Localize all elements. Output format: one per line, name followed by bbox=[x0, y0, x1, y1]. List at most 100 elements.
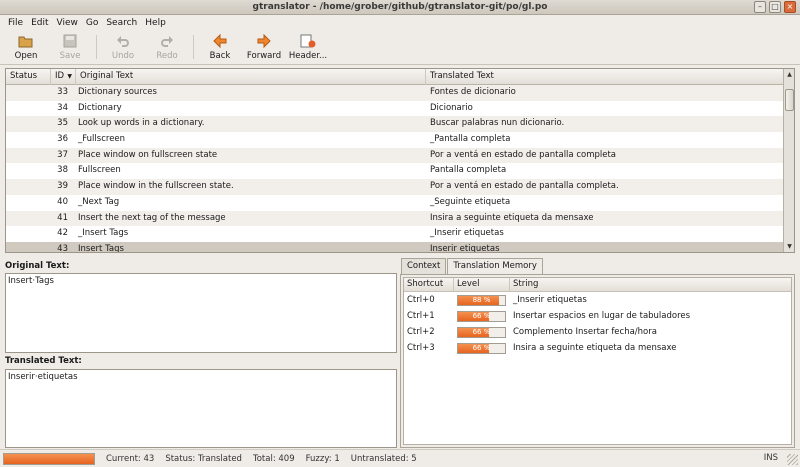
forward-button[interactable]: Forward bbox=[242, 31, 286, 64]
original-text-label: Original Text: bbox=[5, 261, 70, 271]
open-label: Open bbox=[14, 50, 38, 61]
status-cell bbox=[6, 85, 51, 101]
tm-shortcut: Ctrl+2 bbox=[407, 327, 435, 337]
translated-cell: Pantalla completa bbox=[430, 165, 507, 176]
column-status[interactable]: Status bbox=[6, 69, 51, 85]
original-cell: _Next Tag bbox=[78, 196, 120, 207]
tm-level-bar: 88 % bbox=[457, 294, 506, 306]
original-cell: Insert the next tag of the message bbox=[78, 212, 226, 223]
tm-column-shortcut[interactable]: Shortcut bbox=[404, 278, 454, 291]
minimize-button[interactable]: – bbox=[754, 1, 766, 13]
table-row[interactable]: 35 Look up words in a dictionary. Buscar p… bbox=[6, 116, 784, 133]
tm-row[interactable]: Ctrl+1 66 % Insertar espacios en lugar de … bbox=[404, 308, 791, 324]
table-scrollbar[interactable]: ▲ ▼ bbox=[783, 69, 794, 252]
save-button[interactable]: Save bbox=[48, 31, 92, 64]
menu-view[interactable]: View bbox=[53, 18, 82, 28]
translation-memory-panel: Shortcut Level String Ctrl+0 88 % _Inserir… bbox=[400, 274, 795, 448]
toolbar: Open Save Undo Redo Back Forward Header.… bbox=[0, 30, 800, 65]
table-row[interactable]: 34 Dictionary Dicionario bbox=[6, 101, 784, 117]
original-cell: Insert Tags bbox=[78, 243, 124, 253]
column-id[interactable]: ID ▼ bbox=[51, 69, 76, 85]
redo-button[interactable]: Redo bbox=[145, 31, 189, 64]
open-button[interactable]: Open bbox=[4, 31, 48, 64]
original-cell: Look up words in a dictionary. bbox=[78, 118, 205, 129]
table-row[interactable]: 41 Insert the next tag of the message Insi… bbox=[6, 210, 784, 227]
status-cell bbox=[6, 195, 51, 211]
original-cell: Dictionary sources bbox=[78, 87, 157, 97]
table-row[interactable]: 43 Insert Tags Inserir etiquetas bbox=[6, 241, 784, 253]
status-cell bbox=[6, 179, 51, 195]
original-cell: _Fullscreen bbox=[78, 134, 126, 145]
tm-row[interactable]: Ctrl+3 66 % Insira a seguinte etiqueta da … bbox=[404, 340, 791, 356]
original-cell: Place window in the fullscreen state. bbox=[78, 181, 234, 192]
menu-go[interactable]: Go bbox=[82, 18, 102, 28]
id-cell: 34 bbox=[57, 102, 68, 113]
translated-text-label: Translated Text: bbox=[5, 356, 82, 366]
scroll-up-icon[interactable]: ▲ bbox=[785, 70, 794, 79]
tm-shortcut: Ctrl+0 bbox=[407, 295, 435, 305]
table-row[interactable]: 37 Place window on fullscreen state Por a … bbox=[6, 147, 784, 164]
tm-header: Shortcut Level String bbox=[404, 278, 791, 292]
original-cell: Place window on fullscreen state bbox=[78, 149, 218, 160]
tm-shortcut: Ctrl+1 bbox=[407, 311, 435, 321]
original-cell: Dictionary bbox=[78, 102, 122, 113]
menu-edit[interactable]: Edit bbox=[27, 18, 52, 28]
menu-bar: File Edit View Go Search Help bbox=[0, 15, 800, 30]
back-button[interactable]: Back bbox=[198, 31, 242, 64]
translated-cell: Por a ventá en estado de pantalla comple… bbox=[430, 149, 617, 160]
table-row[interactable]: 38 Fullscreen Pantalla completa bbox=[6, 163, 784, 179]
header-label: Header... bbox=[288, 50, 328, 61]
original-cell: _Insert Tags bbox=[78, 228, 129, 239]
scroll-down-icon[interactable]: ▼ bbox=[785, 242, 794, 251]
status-cell bbox=[6, 116, 51, 132]
column-translated-text[interactable]: Translated Text bbox=[426, 69, 784, 85]
original-text-view[interactable]: Insert·Tags bbox=[5, 273, 397, 353]
menu-search[interactable]: Search bbox=[102, 18, 141, 28]
tab-translation-memory[interactable]: Translation Memory bbox=[447, 258, 543, 275]
original-cell: Fullscreen bbox=[78, 165, 121, 176]
back-arrow-icon bbox=[212, 34, 228, 49]
tm-column-level[interactable]: Level bbox=[454, 278, 510, 291]
tm-column-string[interactable]: String bbox=[510, 278, 791, 291]
title-bar: gtranslator - /home/grober/github/gtrans… bbox=[0, 0, 800, 15]
status-current: Current: 43 bbox=[106, 453, 155, 464]
table-row[interactable]: 39 Place window in the fullscreen state. P… bbox=[6, 179, 784, 195]
header-document-icon bbox=[300, 34, 316, 49]
tm-row[interactable]: Ctrl+0 88 % _Inserir etiquetas bbox=[404, 292, 791, 308]
menu-help[interactable]: Help bbox=[141, 18, 170, 28]
status-fuzzy: Fuzzy: 1 bbox=[305, 453, 340, 464]
menu-file[interactable]: File bbox=[4, 18, 27, 28]
save-label: Save bbox=[59, 50, 81, 61]
undo-button[interactable]: Undo bbox=[101, 31, 145, 64]
tab-context[interactable]: Context bbox=[401, 258, 447, 274]
table-row[interactable]: 42 _Insert Tags _Inserir etiquetas bbox=[6, 226, 784, 242]
tm-shortcut: Ctrl+3 bbox=[407, 343, 435, 353]
close-button[interactable]: × bbox=[784, 1, 796, 13]
status-cell bbox=[6, 148, 51, 164]
translation-memory-table: Shortcut Level String Ctrl+0 88 % _Inserir… bbox=[403, 277, 792, 445]
translated-cell: Buscar palabras nun dicionario. bbox=[430, 118, 565, 129]
table-row[interactable]: 33 Dictionary sources Fontes de dicionario bbox=[6, 85, 784, 101]
header-button[interactable]: Header... bbox=[286, 31, 330, 64]
toolbar-separator bbox=[96, 35, 97, 59]
id-cell: 37 bbox=[57, 149, 68, 160]
insert-mode-indicator: INS bbox=[763, 453, 778, 463]
maximize-button[interactable]: □ bbox=[769, 1, 781, 13]
scroll-thumb[interactable] bbox=[785, 89, 794, 111]
translated-cell: _Inserir etiquetas bbox=[430, 228, 504, 239]
open-folder-icon bbox=[18, 34, 34, 49]
save-icon bbox=[62, 34, 78, 49]
back-label: Back bbox=[209, 50, 231, 61]
status-state: Status: Translated bbox=[165, 453, 242, 464]
resize-grip-icon[interactable] bbox=[787, 454, 798, 465]
tm-level: 66 % bbox=[454, 326, 510, 338]
status-cell bbox=[6, 163, 51, 179]
tm-level-bar: 66 % bbox=[457, 310, 506, 322]
table-row[interactable]: 36 _Fullscreen _Pantalla completa bbox=[6, 132, 784, 148]
table-row[interactable]: 40 _Next Tag _Seguinte etiqueta bbox=[6, 195, 784, 211]
translated-text-input[interactable]: Inserir·etiquetas bbox=[5, 369, 397, 448]
column-original-text[interactable]: Original Text bbox=[76, 69, 426, 85]
tm-row[interactable]: Ctrl+2 66 % Complemento Insertar fecha/hor… bbox=[404, 324, 791, 340]
redo-icon bbox=[159, 34, 175, 49]
id-cell: 41 bbox=[57, 212, 68, 223]
